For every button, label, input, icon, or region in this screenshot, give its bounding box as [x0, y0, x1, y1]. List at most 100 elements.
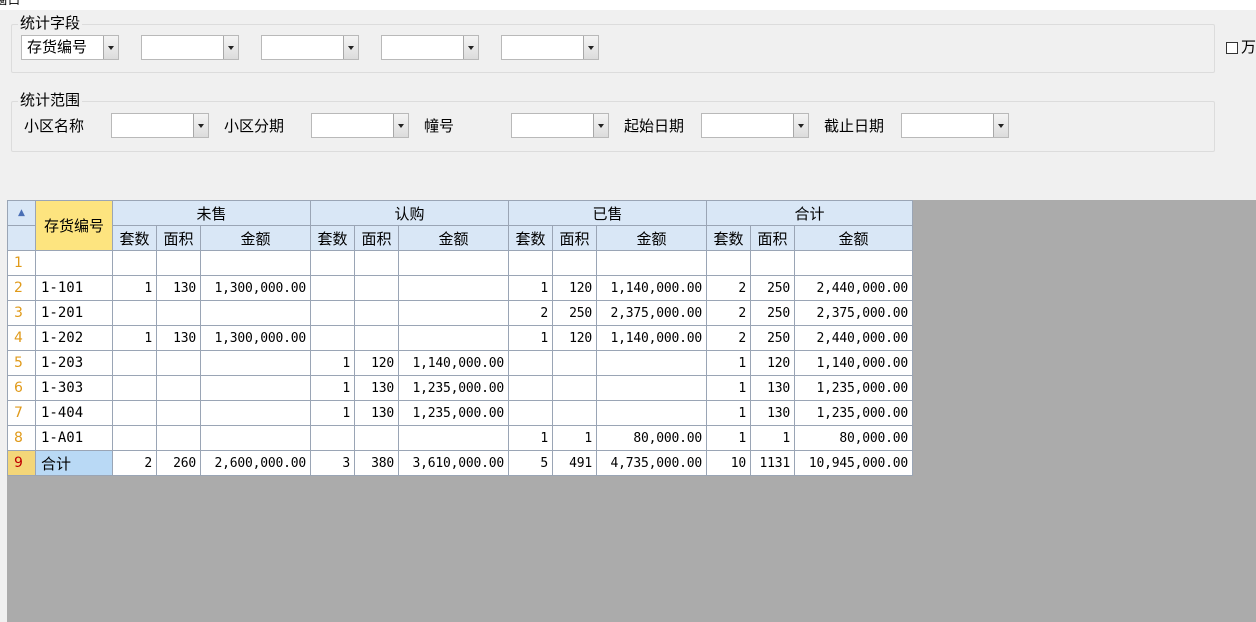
value-cell[interactable]: 2,600,000.00: [200, 450, 311, 476]
sub-header-area[interactable]: 面积: [156, 225, 201, 251]
community-phase-combo[interactable]: [311, 113, 409, 138]
value-cell[interactable]: [508, 375, 553, 401]
value-cell[interactable]: 130: [750, 400, 795, 426]
value-cell[interactable]: [354, 300, 399, 326]
sub-header-amount[interactable]: 金额: [596, 225, 707, 251]
value-cell[interactable]: 491: [552, 450, 597, 476]
value-cell[interactable]: [112, 300, 157, 326]
value-cell[interactable]: [200, 425, 311, 451]
inventory-code-cell[interactable]: 1-203: [35, 350, 113, 376]
value-cell[interactable]: 250: [750, 300, 795, 326]
value-cell[interactable]: [200, 400, 311, 426]
value-cell[interactable]: 3: [310, 450, 355, 476]
sub-header-area[interactable]: 面积: [552, 225, 597, 251]
sub-header-count[interactable]: 套数: [112, 225, 157, 251]
chevron-down-icon[interactable]: [393, 114, 408, 137]
value-cell[interactable]: 1: [508, 425, 553, 451]
building-number-combo[interactable]: [511, 113, 609, 138]
value-cell[interactable]: [596, 400, 707, 426]
value-cell[interactable]: 1: [310, 350, 355, 376]
value-cell[interactable]: [552, 250, 597, 276]
value-cell[interactable]: [508, 250, 553, 276]
value-cell[interactable]: 120: [750, 350, 795, 376]
value-cell[interactable]: [156, 250, 201, 276]
chevron-down-icon[interactable]: [193, 114, 208, 137]
value-cell[interactable]: [200, 300, 311, 326]
value-cell[interactable]: 130: [750, 375, 795, 401]
value-cell[interactable]: 1: [508, 275, 553, 301]
value-cell[interactable]: 1: [750, 425, 795, 451]
value-cell[interactable]: [596, 250, 707, 276]
inventory-code-cell[interactable]: 1-202: [35, 325, 113, 351]
value-cell[interactable]: 1,235,000.00: [794, 375, 913, 401]
value-cell[interactable]: [112, 425, 157, 451]
value-cell[interactable]: 10,945,000.00: [794, 450, 913, 476]
community-name-combo[interactable]: [111, 113, 209, 138]
value-cell[interactable]: 1,300,000.00: [200, 275, 311, 301]
value-cell[interactable]: 2: [706, 325, 751, 351]
value-cell[interactable]: 2,375,000.00: [596, 300, 707, 326]
value-cell[interactable]: 250: [552, 300, 597, 326]
value-cell[interactable]: 10: [706, 450, 751, 476]
value-cell[interactable]: 2,440,000.00: [794, 325, 913, 351]
key-column-header[interactable]: 存货编号: [35, 200, 113, 251]
stat-field-combo-2[interactable]: [141, 35, 239, 60]
value-cell[interactable]: [310, 300, 355, 326]
chevron-down-icon[interactable]: [793, 114, 808, 137]
value-cell[interactable]: [354, 275, 399, 301]
chevron-down-icon[interactable]: [463, 36, 478, 59]
sub-header-amount[interactable]: 金额: [794, 225, 913, 251]
row-number[interactable]: 7: [7, 400, 36, 426]
chevron-down-icon[interactable]: [583, 36, 598, 59]
sub-header-amount[interactable]: 金额: [200, 225, 311, 251]
value-cell[interactable]: 1,235,000.00: [794, 400, 913, 426]
value-cell[interactable]: [552, 375, 597, 401]
value-cell[interactable]: 2: [508, 300, 553, 326]
table-row[interactable]: 6 1-303 1 130 1,235,000.00 1 130 1,235,000.00: [7, 375, 913, 401]
start-date-combo[interactable]: [701, 113, 809, 138]
value-cell[interactable]: [200, 375, 311, 401]
table-row[interactable]: 3 1-201 2 250 2,375,000.00 2 250 2,375,000.00: [7, 300, 913, 326]
chevron-down-icon[interactable]: [593, 114, 608, 137]
wan-unit-checkbox[interactable]: [1226, 42, 1238, 54]
value-cell[interactable]: [398, 250, 509, 276]
row-number[interactable]: 9: [7, 450, 36, 476]
inventory-code-cell[interactable]: 1-A01: [35, 425, 113, 451]
sub-header-count[interactable]: 套数: [310, 225, 355, 251]
table-row[interactable]: 7 1-404 1 130 1,235,000.00 1 130 1,235,000.00: [7, 400, 913, 426]
table-row[interactable]: 2 1-101 1 130 1,300,000.00 1 120 1,140,000.00 2 2…: [7, 275, 913, 301]
stat-field-combo-4[interactable]: [381, 35, 479, 60]
value-cell[interactable]: [398, 300, 509, 326]
value-cell[interactable]: 4,735,000.00: [596, 450, 707, 476]
value-cell[interactable]: 1: [706, 350, 751, 376]
value-cell[interactable]: 80,000.00: [596, 425, 707, 451]
value-cell[interactable]: 120: [552, 275, 597, 301]
value-cell[interactable]: [706, 250, 751, 276]
value-cell[interactable]: [156, 425, 201, 451]
value-cell[interactable]: 2,440,000.00: [794, 275, 913, 301]
value-cell[interactable]: 1,235,000.00: [398, 400, 509, 426]
chevron-down-icon[interactable]: [343, 36, 358, 59]
value-cell[interactable]: [156, 300, 201, 326]
value-cell[interactable]: 1,300,000.00: [200, 325, 311, 351]
row-number[interactable]: 2: [7, 275, 36, 301]
value-cell[interactable]: [156, 375, 201, 401]
value-cell[interactable]: 130: [354, 400, 399, 426]
row-number[interactable]: 1: [7, 250, 36, 276]
value-cell[interactable]: [112, 350, 157, 376]
value-cell[interactable]: 2,375,000.00: [794, 300, 913, 326]
table-row[interactable]: 1: [7, 250, 913, 276]
value-cell[interactable]: 380: [354, 450, 399, 476]
value-cell[interactable]: [354, 425, 399, 451]
value-cell[interactable]: 250: [750, 275, 795, 301]
value-cell[interactable]: [508, 400, 553, 426]
sub-header-count[interactable]: 套数: [706, 225, 751, 251]
inventory-code-cell[interactable]: 1-201: [35, 300, 113, 326]
value-cell[interactable]: 1: [112, 325, 157, 351]
value-cell[interactable]: 80,000.00: [794, 425, 913, 451]
table-row[interactable]: 5 1-203 1 120 1,140,000.00 1 120 1,140,000.00: [7, 350, 913, 376]
sub-header-area[interactable]: 面积: [354, 225, 399, 251]
table-row[interactable]: 8 1-A01 1 1 80,000.00 1 1 80,000.00: [7, 425, 913, 451]
stat-field-combo-1[interactable]: 存货编号: [21, 35, 119, 60]
value-cell[interactable]: [552, 350, 597, 376]
